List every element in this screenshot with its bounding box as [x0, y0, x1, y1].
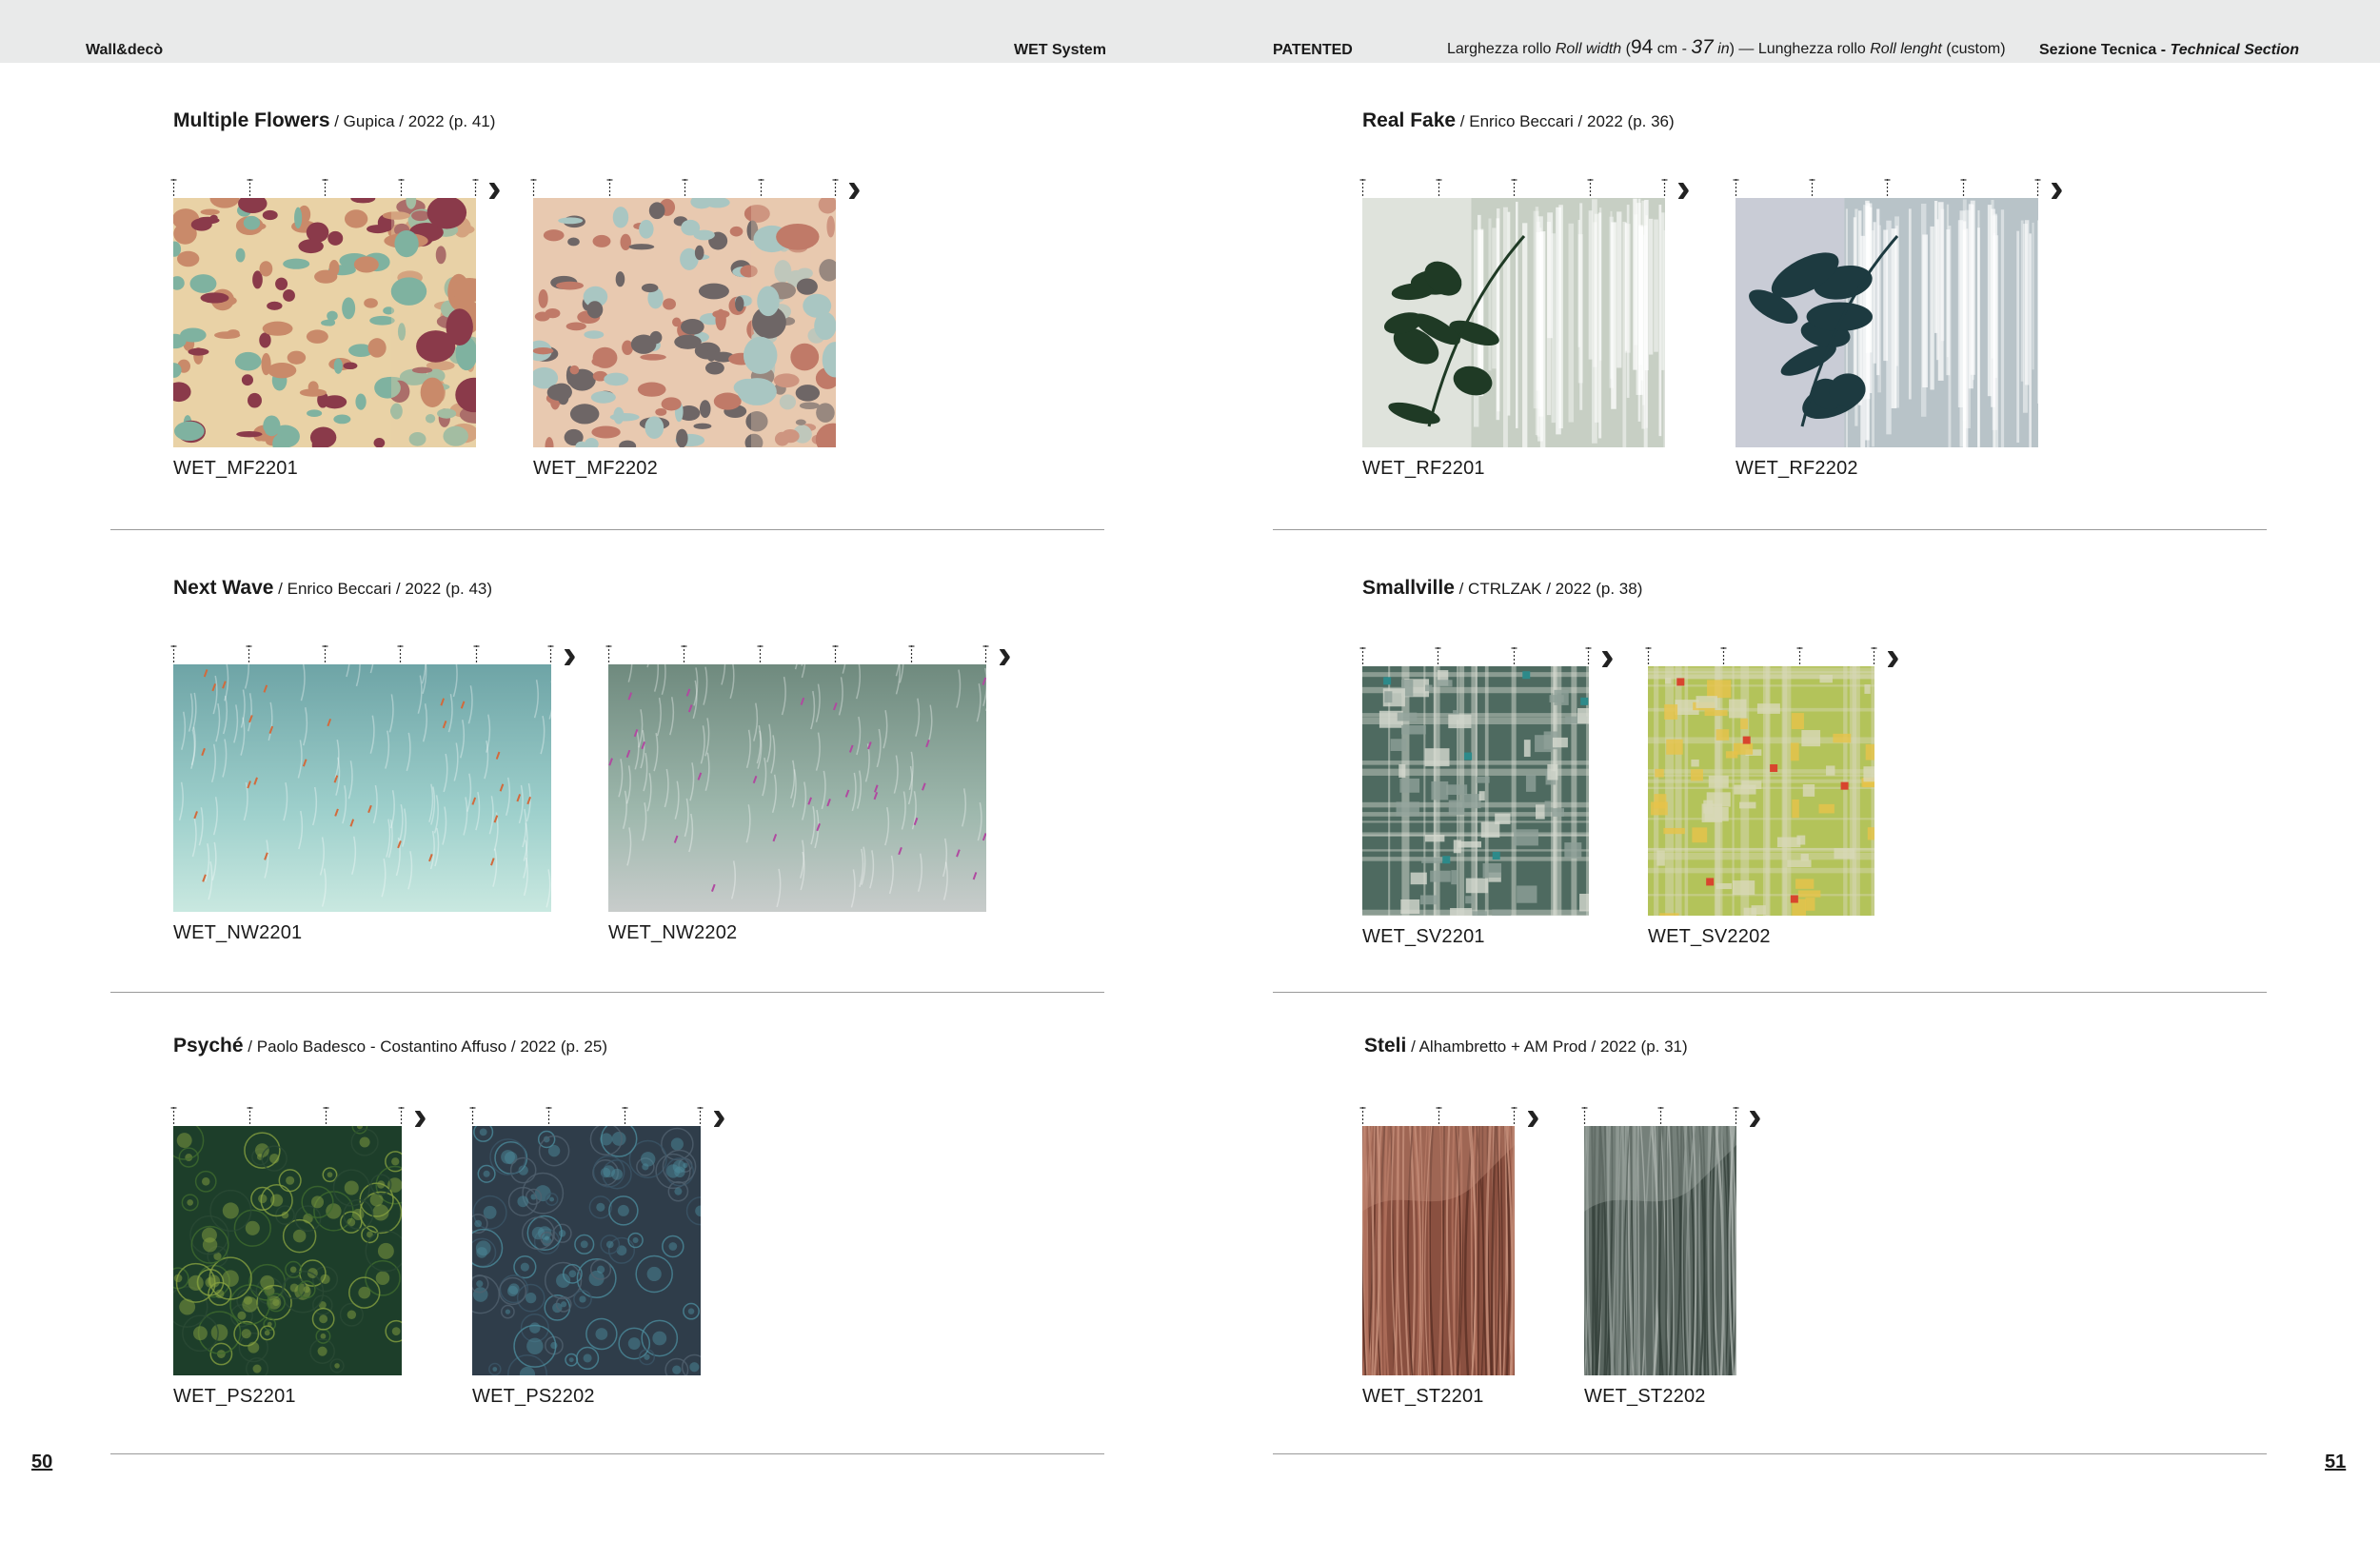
wallpaper-swatch-image: [472, 1126, 701, 1375]
wallpaper-swatch-image: [533, 198, 836, 447]
divider: [1273, 529, 2267, 530]
section-title-steli: Steli / Alhambretto + AM Prod / 2022 (p.…: [1364, 1035, 1688, 1057]
swatch-code-label: WET_SV2202: [1648, 926, 1771, 947]
chevron-right-icon[interactable]: ›: [2050, 168, 2064, 209]
header-bar: [0, 0, 2380, 63]
chevron-right-icon[interactable]: ›: [1748, 1096, 1762, 1137]
wallpaper-swatch-image: [173, 1126, 402, 1375]
chevron-right-icon[interactable]: ›: [1676, 168, 1691, 209]
strip-ruler: [469, 1107, 704, 1126]
strip-ruler: [170, 179, 479, 198]
wallpaper-swatch-image: [608, 664, 986, 912]
swatch-code-label: WET_MF2202: [533, 458, 658, 479]
divider: [110, 992, 1104, 993]
page-number-left: 50: [31, 1452, 53, 1472]
wallpaper-swatch-image: [1362, 198, 1665, 447]
strip-ruler: [1359, 1107, 1517, 1126]
divider: [110, 529, 1104, 530]
section-title-real-fake: Real Fake / Enrico Beccari / 2022 (p. 36…: [1362, 109, 1675, 131]
chevron-right-icon[interactable]: ›: [413, 1096, 427, 1137]
swatch-code-label: WET_PS2201: [173, 1386, 296, 1407]
swatch-wet-st2201[interactable]: › WET_ST2201: [1359, 1096, 1540, 1412]
strip-ruler: [1359, 179, 1668, 198]
divider: [1273, 1453, 2267, 1454]
system-name: WET System: [1014, 42, 1106, 58]
swatch-wet-rf2201[interactable]: › WET_RF2201: [1359, 168, 1691, 484]
strip-ruler: [1359, 647, 1592, 666]
chevron-right-icon[interactable]: ›: [1600, 636, 1615, 678]
swatch-code-label: WET_ST2201: [1362, 1386, 1484, 1407]
swatch-wet-nw2201[interactable]: › WET_NW2201: [170, 634, 577, 950]
swatch-wet-ps2201[interactable]: › WET_PS2201: [170, 1096, 427, 1412]
swatch-code-label: WET_PS2202: [472, 1386, 595, 1407]
wallpaper-swatch-image: [1362, 666, 1589, 916]
wallpaper-swatch-image: [173, 664, 551, 912]
roll-dimensions: Larghezza rollo Roll width (94 cm - 37 i…: [1447, 36, 2006, 58]
chevron-right-icon[interactable]: ›: [1526, 1096, 1540, 1137]
swatch-code-label: WET_NW2202: [608, 922, 738, 943]
divider: [1273, 992, 2267, 993]
swatch-wet-rf2202[interactable]: › WET_RF2202: [1733, 168, 2064, 484]
patented-label: PATENTED: [1273, 42, 1353, 58]
wallpaper-swatch-image: [173, 198, 476, 447]
swatch-wet-nw2202[interactable]: › WET_NW2202: [605, 634, 1012, 950]
wallpaper-swatch-image: [1362, 1126, 1515, 1375]
swatch-wet-mf2202[interactable]: › WET_MF2202: [530, 168, 862, 484]
chevron-right-icon[interactable]: ›: [712, 1096, 726, 1137]
chevron-right-icon[interactable]: ›: [998, 634, 1012, 676]
wallpaper-swatch-image: [1584, 1126, 1736, 1375]
swatch-wet-mf2201[interactable]: › WET_MF2201: [170, 168, 502, 484]
swatch-code-label: WET_NW2201: [173, 922, 303, 943]
section-title-next-wave: Next Wave / Enrico Beccari / 2022 (p. 43…: [173, 577, 493, 599]
section-title-multiple-flowers: Multiple Flowers / Gupica / 2022 (p. 41): [173, 109, 496, 131]
wallpaper-swatch-image: [1735, 198, 2038, 447]
strip-ruler: [1581, 1107, 1739, 1126]
strip-ruler: [170, 1107, 405, 1126]
swatch-wet-sv2201[interactable]: › WET_SV2201: [1359, 636, 1615, 952]
chevron-right-icon[interactable]: ›: [1886, 636, 1900, 678]
strip-ruler: [1645, 647, 1877, 666]
swatch-code-label: WET_ST2202: [1584, 1386, 1706, 1407]
chevron-right-icon[interactable]: ›: [563, 634, 577, 676]
section-label: Sezione Tecnica - Technical Section: [2039, 42, 2299, 58]
swatch-code-label: WET_MF2201: [173, 458, 298, 479]
section-title-smallville: Smallville / CTRLZAK / 2022 (p. 38): [1362, 577, 1643, 599]
swatch-wet-st2202[interactable]: › WET_ST2202: [1581, 1096, 1762, 1412]
brand-name: Wall&decò: [86, 42, 164, 58]
chevron-right-icon[interactable]: ›: [487, 168, 502, 209]
section-title-psyche: Psyché / Paolo Badesco - Costantino Affu…: [173, 1035, 607, 1057]
swatch-code-label: WET_RF2201: [1362, 458, 1485, 479]
strip-ruler: [170, 645, 554, 664]
strip-ruler: [605, 645, 989, 664]
wallpaper-swatch-image: [1648, 666, 1874, 916]
swatch-code-label: WET_SV2201: [1362, 926, 1485, 947]
strip-ruler: [530, 179, 839, 198]
strip-ruler: [1733, 179, 2041, 198]
chevron-right-icon[interactable]: ›: [847, 168, 862, 209]
swatch-wet-sv2202[interactable]: › WET_SV2202: [1645, 636, 1900, 952]
swatch-code-label: WET_RF2202: [1735, 458, 1858, 479]
divider: [110, 1453, 1104, 1454]
swatch-wet-ps2202[interactable]: › WET_PS2202: [469, 1096, 726, 1412]
page-number-right: 51: [2325, 1452, 2347, 1472]
